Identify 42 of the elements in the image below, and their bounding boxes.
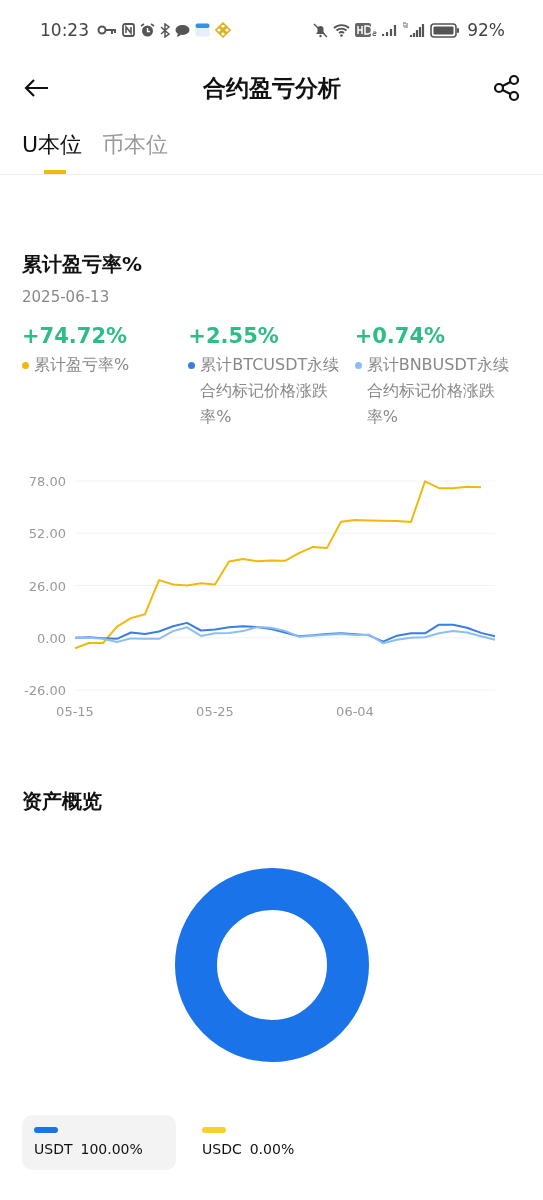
calendar-icon xyxy=(195,23,210,37)
tab[interactable]: U本位 xyxy=(22,130,83,174)
bell-off-icon xyxy=(313,22,329,38)
alarm-icon xyxy=(140,22,155,38)
date-label: 2025-06-13 xyxy=(22,288,111,306)
key-icon xyxy=(97,24,117,36)
battery-percent: 92% xyxy=(467,20,505,40)
status-time: 10:23 xyxy=(40,20,89,40)
y-tick-label: 0.00 xyxy=(37,630,66,646)
asset-legend-item[interactable]: USDT 100.00% xyxy=(22,1115,176,1170)
asset-percent: 100.00% xyxy=(80,1141,143,1157)
metric-label: 累计盈亏率% xyxy=(34,354,131,376)
section-title: 资产概览 xyxy=(22,788,103,815)
asset-name: USDC xyxy=(202,1141,242,1157)
metric-value: +2.55% xyxy=(188,324,280,348)
signal-icon xyxy=(382,23,399,37)
wifi-icon xyxy=(333,23,351,37)
metric-label: 累计BTCUSDT永续合约标记价格涨跌率% xyxy=(200,354,341,428)
asset-name: USDT xyxy=(34,1141,73,1157)
back-arrow-icon xyxy=(24,78,50,98)
x-tick-label: 05-25 xyxy=(196,704,234,719)
share-icon xyxy=(493,74,521,102)
signal-4g-icon xyxy=(403,22,426,38)
x-tick-label: 06-04 xyxy=(336,704,374,719)
chat-icon xyxy=(175,23,190,37)
diamond-logo-icon xyxy=(215,22,231,38)
y-tick-label: 78.00 xyxy=(28,474,66,489)
y-tick-label: -26.00 xyxy=(24,683,66,698)
hd-icon xyxy=(355,23,378,37)
bluetooth-icon xyxy=(160,22,170,38)
y-tick-label: 52.00 xyxy=(28,526,66,542)
metric-label: 累计BNBUSDT永续合约标记价格涨跌率% xyxy=(366,354,510,428)
y-tick-label: 26.00 xyxy=(28,578,66,594)
asset-percent: 0.00% xyxy=(249,1141,295,1157)
nfc-icon xyxy=(122,23,135,37)
page-title: 合约盈亏分析 xyxy=(202,73,341,103)
battery-icon xyxy=(430,22,461,38)
asset-legend-item[interactable]: USDC 0.00% xyxy=(190,1115,344,1170)
x-tick-label: 05-15 xyxy=(56,704,94,719)
metric-value: +74.72% xyxy=(22,324,129,348)
metric-value: +0.74% xyxy=(354,324,447,348)
section-title: 累计盈亏率% xyxy=(22,251,144,278)
